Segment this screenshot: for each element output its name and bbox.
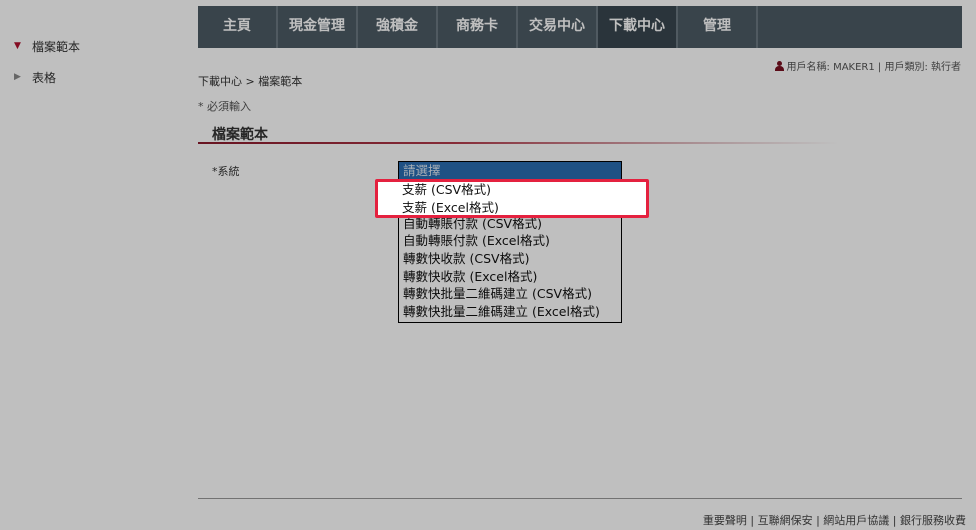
user-icon (774, 60, 784, 71)
tab-transaction-centre[interactable]: 交易中心 (518, 6, 598, 48)
top-navigation: 主頁 現金管理 強積金 商務卡 交易中心 下載中心 管理 (198, 6, 962, 48)
section-header: 檔案範本 (198, 120, 838, 144)
tab-cash-management[interactable]: 現金管理 (278, 6, 358, 48)
tab-mpf[interactable]: 強積金 (358, 6, 438, 48)
tab-commercial-card[interactable]: 商務卡 (438, 6, 518, 48)
sidebar-item-file-templates[interactable]: ▼ 檔案範本 (0, 36, 190, 56)
select-option[interactable]: 轉數快收款 (Excel格式) (399, 268, 621, 286)
footer-divider (198, 498, 962, 499)
user-info-text: 用戶名稱: MAKER1 | 用戶類別: 執行者 (786, 62, 961, 73)
select-option[interactable]: 請選擇 (399, 162, 621, 180)
footer-link-user-agreement[interactable]: 網站用戶協議 (823, 514, 889, 527)
section-divider (198, 142, 838, 144)
footer-link-important-notice[interactable]: 重要聲明 (703, 514, 747, 527)
required-note: * 必須輸入 (198, 100, 251, 113)
triangle-down-icon: ▼ (14, 41, 21, 51)
sidebar-item-forms[interactable]: ▶ 表格 (0, 67, 190, 87)
highlight-box (375, 179, 649, 218)
page-title: 檔案範本 (212, 127, 268, 143)
select-option[interactable]: 轉數快批量二維碼建立 (CSV格式) (399, 285, 621, 303)
tab-administration[interactable]: 管理 (678, 6, 758, 48)
tab-download-centre[interactable]: 下載中心 (598, 6, 678, 48)
sidebar-item-label: 檔案範本 (32, 39, 81, 54)
select-option[interactable]: 轉數快收款 (CSV格式) (399, 250, 621, 268)
breadcrumb: 下載中心 > 檔案範本 (198, 75, 303, 88)
select-option[interactable]: 自動轉賬付款 (Excel格式) (399, 232, 621, 250)
footer-links: 重要聲明 | 互聯網保安 | 網站用戶協議 | 銀行服務收費 (702, 514, 966, 527)
sidebar: ▼ 檔案範本 ▶ 表格 (0, 36, 190, 98)
footer-link-internet-security[interactable]: 互聯網保安 (758, 514, 813, 527)
system-field-label: *系統 (212, 165, 240, 178)
sidebar-item-label: 表格 (32, 70, 57, 85)
footer-link-service-charges[interactable]: 銀行服務收費 (900, 514, 966, 527)
triangle-right-icon: ▶ (14, 72, 21, 82)
select-option[interactable]: 轉數快批量二維碼建立 (Excel格式) (399, 303, 621, 321)
user-info: 用戶名稱: MAKER1 | 用戶類別: 執行者 (774, 58, 961, 73)
tab-home[interactable]: 主頁 (198, 6, 278, 48)
